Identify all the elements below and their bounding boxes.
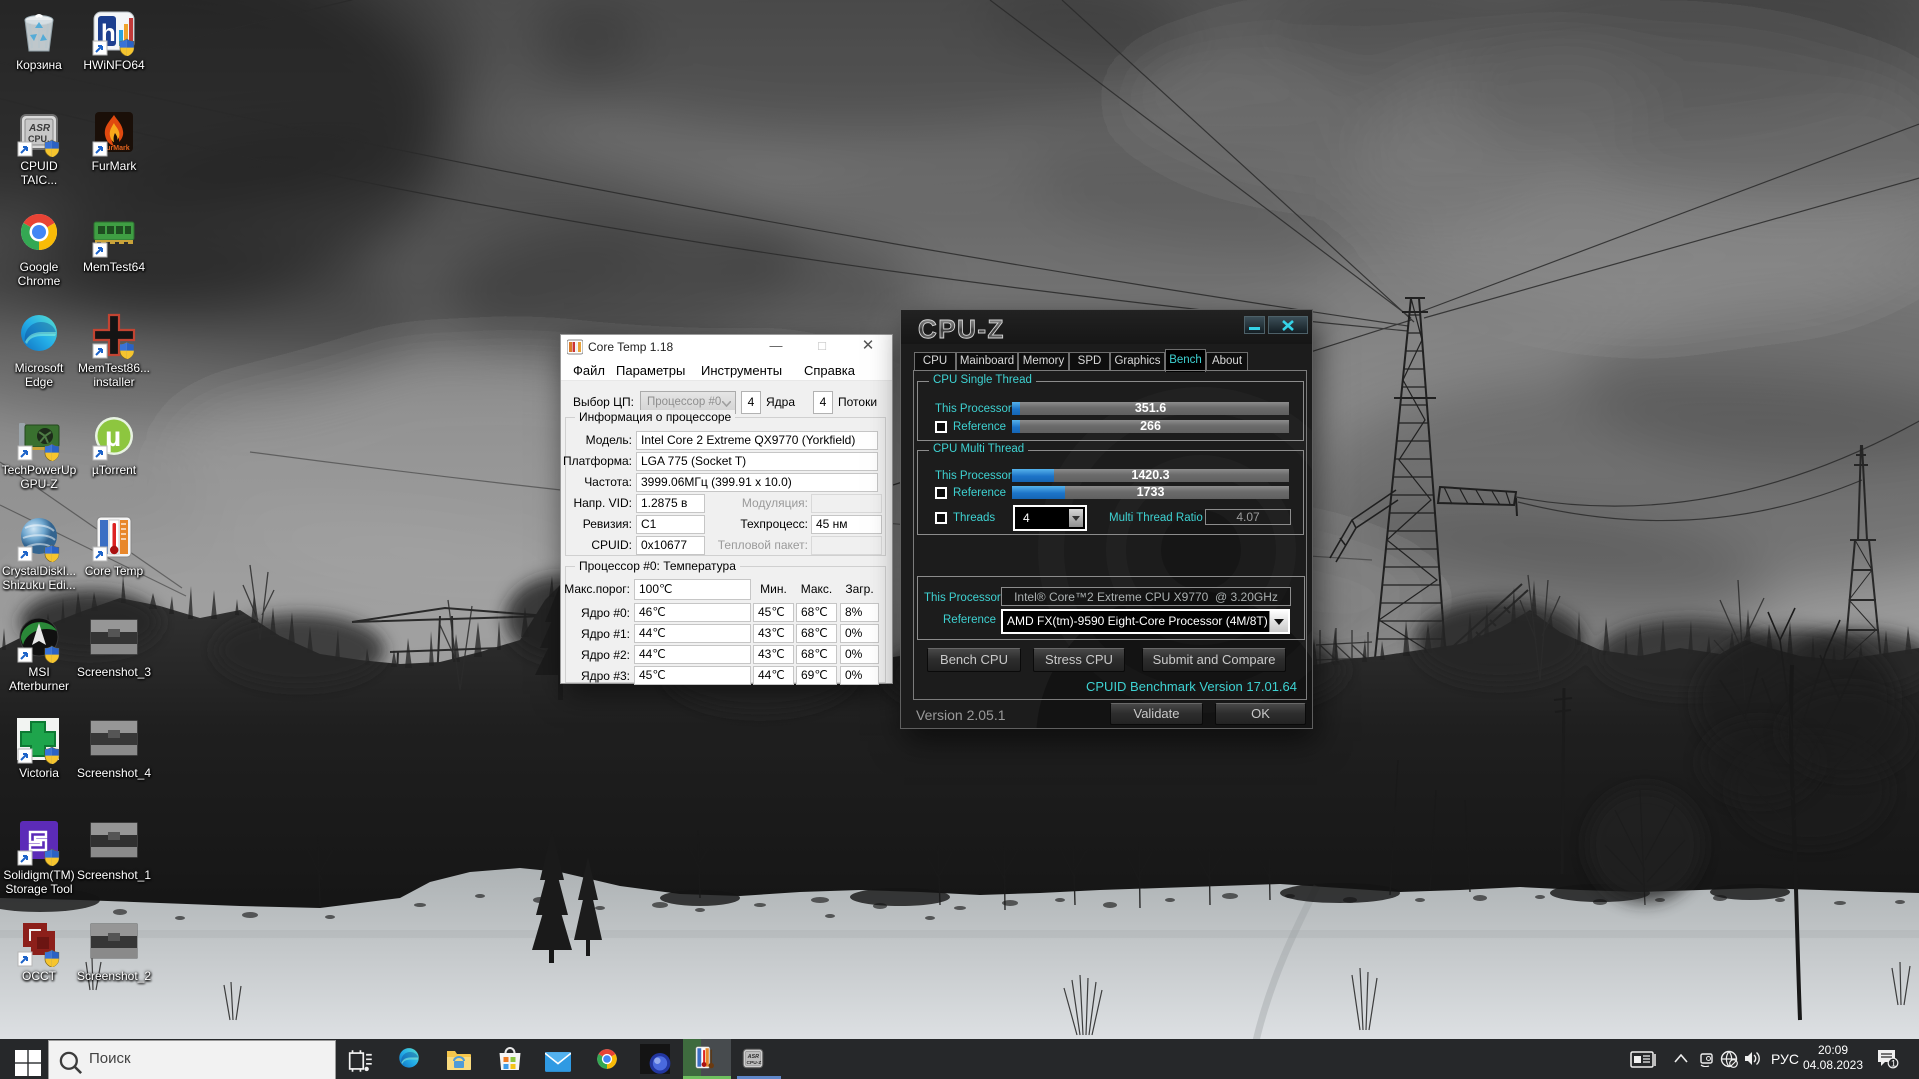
svg-text:CPU-Z: CPU-Z	[918, 315, 1005, 343]
svg-text:ASR: ASR	[28, 123, 51, 134]
svg-text:ASR: ASR	[747, 1054, 760, 1060]
svg-text:CPU-Z: CPU-Z	[747, 1060, 762, 1066]
svg-text:1: 1	[1891, 1059, 1896, 1069]
